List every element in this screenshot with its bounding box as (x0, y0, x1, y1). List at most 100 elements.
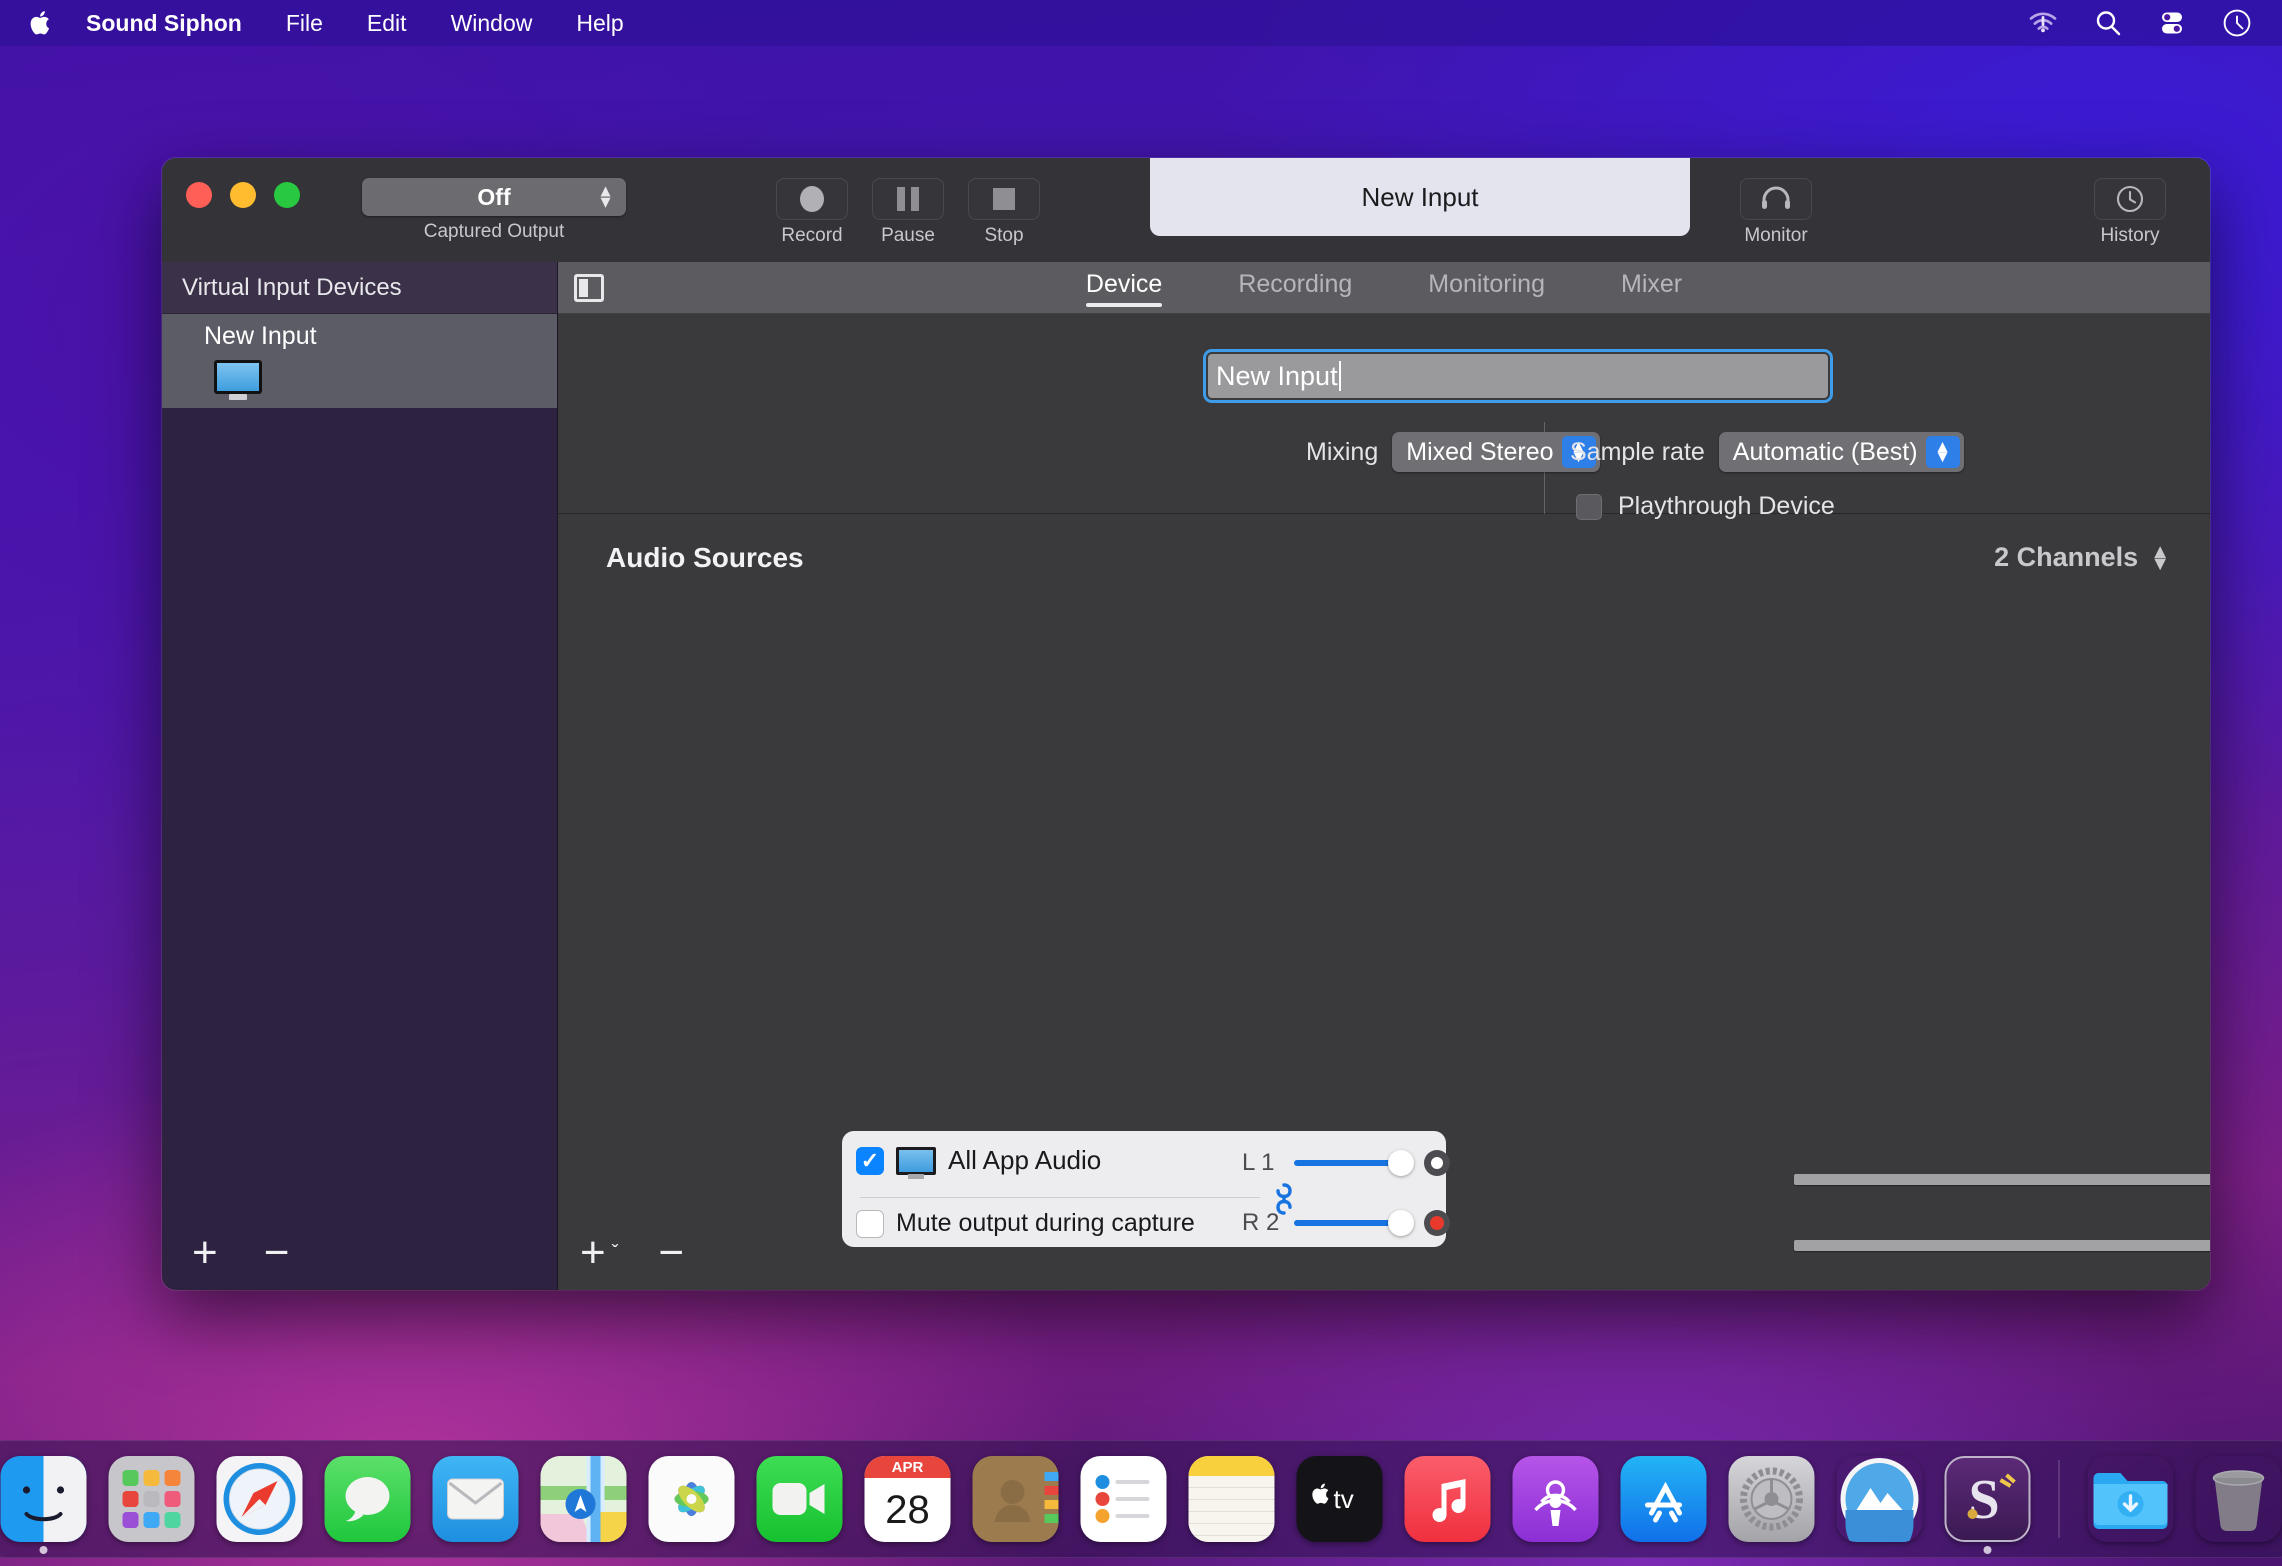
remove-device-button[interactable]: − (264, 1231, 290, 1275)
dock-item-facetime[interactable] (753, 1456, 847, 1542)
monitor-button[interactable] (1740, 178, 1812, 220)
sidebar-empty-area (162, 408, 557, 1216)
tabs: Device Recording Monitoring Mixer (558, 270, 2210, 305)
sample-rate-label: Sample rate (1570, 438, 1705, 467)
tab-monitoring[interactable]: Monitoring (1428, 270, 1545, 305)
dock-item-appletv[interactable]: tv (1293, 1456, 1387, 1542)
captured-output-value: Off (477, 184, 510, 211)
add-source-button[interactable]: + ˇ (580, 1231, 618, 1275)
stop-button[interactable] (968, 178, 1040, 220)
sidebar-item-new-input[interactable]: New Input (162, 314, 557, 408)
audio-source-card: ✓ All App Audio Mute output during captu… (842, 1131, 1446, 1247)
dock-item-trash[interactable] (2192, 1456, 2282, 1542)
history-button[interactable] (2094, 178, 2166, 220)
source-channel-r-slider[interactable] (1294, 1210, 1414, 1236)
safari-icon (217, 1456, 303, 1542)
slider-knob[interactable] (1388, 1210, 1414, 1236)
dock-item-music[interactable] (1401, 1456, 1495, 1542)
mixing-select[interactable]: Mixed Stereo ▲▼ (1392, 432, 1599, 472)
device-name-input[interactable]: New Input (1208, 354, 1828, 398)
appstore-icon (1621, 1456, 1707, 1542)
stop-group: Stop (968, 178, 1040, 247)
captured-output-select[interactable]: Off ▲▼ (362, 178, 626, 216)
sidebar: Virtual Input Devices New Input + − (162, 262, 558, 1290)
mail-icon (433, 1456, 519, 1542)
reminders-icon (1081, 1456, 1167, 1542)
dock-item-podcasts[interactable] (1509, 1456, 1603, 1542)
dock: APR 28 (0, 1440, 2282, 1558)
dock-item-messages[interactable] (321, 1456, 415, 1542)
tab-device[interactable]: Device (1086, 270, 1162, 305)
sample-rate-select[interactable]: Automatic (Best) ▲▼ (1719, 432, 1964, 472)
mute-output-checkbox[interactable] (856, 1210, 884, 1238)
pause-button[interactable] (872, 178, 944, 220)
zoom-button[interactable] (274, 182, 300, 208)
dock-item-launchpad[interactable] (105, 1456, 199, 1542)
menu-item-edit[interactable]: Edit (345, 10, 429, 37)
monitor-group: Monitor (1740, 178, 1812, 247)
dock-item-contacts[interactable] (969, 1456, 1063, 1542)
display-icon (896, 1147, 936, 1175)
record-button[interactable] (776, 178, 848, 220)
photos-icon (649, 1456, 735, 1542)
pause-label: Pause (881, 225, 935, 247)
add-device-button[interactable]: + (192, 1231, 218, 1275)
jack-white-icon[interactable] (1424, 1150, 1450, 1176)
dock-item-calendar[interactable]: APR 28 (861, 1456, 955, 1542)
tab-mixer[interactable]: Mixer (1621, 270, 1682, 305)
dock-item-system-settings[interactable] (1725, 1456, 1819, 1542)
menu-app-name[interactable]: Sound Siphon (64, 10, 264, 37)
messages-icon (325, 1456, 411, 1542)
window-toolbar: Off ▲▼ Captured Output Record Pause (162, 158, 2210, 262)
dock-item-sound-siphon[interactable]: S (1941, 1456, 2035, 1542)
dock-item-photos[interactable] (645, 1456, 739, 1542)
link-chain-icon[interactable] (1272, 1178, 1296, 1226)
notes-header-band (1189, 1456, 1275, 1476)
dock-item-mail[interactable] (429, 1456, 523, 1542)
dock-item-finder[interactable] (0, 1456, 91, 1542)
patch-cable-channel-1[interactable] (1794, 1174, 2210, 1185)
sidebar-header: Virtual Input Devices (162, 262, 557, 314)
dock-item-notes[interactable] (1185, 1456, 1279, 1542)
menu-item-help[interactable]: Help (554, 10, 645, 37)
slider-knob[interactable] (1388, 1150, 1414, 1176)
history-label: History (2100, 225, 2159, 247)
dock-item-reminders[interactable] (1077, 1456, 1171, 1542)
source-channel-l-slider[interactable] (1294, 1150, 1414, 1176)
svg-text:S: S (1969, 1469, 2000, 1531)
channels-select[interactable]: 2 Channels ▲▼ (1994, 542, 2170, 573)
search-icon[interactable] (2094, 9, 2122, 37)
sidebar-item-label: New Input (204, 322, 557, 351)
podcasts-icon (1513, 1456, 1599, 1542)
control-center-icon[interactable] (2158, 9, 2186, 37)
finder-icon (1, 1456, 87, 1542)
dock-item-downloads[interactable] (2084, 1456, 2178, 1542)
record-group: Record (776, 178, 848, 247)
source-enabled-checkbox[interactable]: ✓ (856, 1147, 884, 1175)
chevron-updown-icon: ▲▼ (1926, 436, 1960, 468)
jack-red-icon[interactable] (1424, 1210, 1450, 1236)
tab-recording[interactable]: Recording (1238, 270, 1352, 305)
dock-item-freeform[interactable] (1833, 1456, 1927, 1542)
traffic-lights (162, 158, 300, 208)
captured-output-label: Captured Output (424, 221, 564, 243)
sample-rate-value: Automatic (Best) (1733, 438, 1918, 467)
window-title-tab[interactable]: New Input (1150, 158, 1690, 236)
dock-item-appstore[interactable] (1617, 1456, 1711, 1542)
menu-item-file[interactable]: File (264, 10, 345, 37)
mute-output-label: Mute output during capture (896, 1209, 1195, 1238)
apple-logo-icon[interactable] (20, 9, 64, 37)
contacts-icon (973, 1456, 1059, 1542)
record-circle-icon (800, 186, 824, 212)
maps-icon (541, 1456, 627, 1542)
menu-item-window[interactable]: Window (429, 10, 555, 37)
close-button[interactable] (186, 182, 212, 208)
wifi-alert-icon[interactable] (2028, 10, 2058, 36)
patch-cable-channel-2[interactable] (1794, 1240, 2210, 1251)
dock-item-maps[interactable] (537, 1456, 631, 1542)
clock-icon[interactable] (2222, 8, 2252, 38)
dock-item-safari[interactable] (213, 1456, 307, 1542)
minimize-button[interactable] (230, 182, 256, 208)
running-indicator (1984, 1546, 1992, 1554)
remove-source-button[interactable]: − (658, 1231, 684, 1275)
